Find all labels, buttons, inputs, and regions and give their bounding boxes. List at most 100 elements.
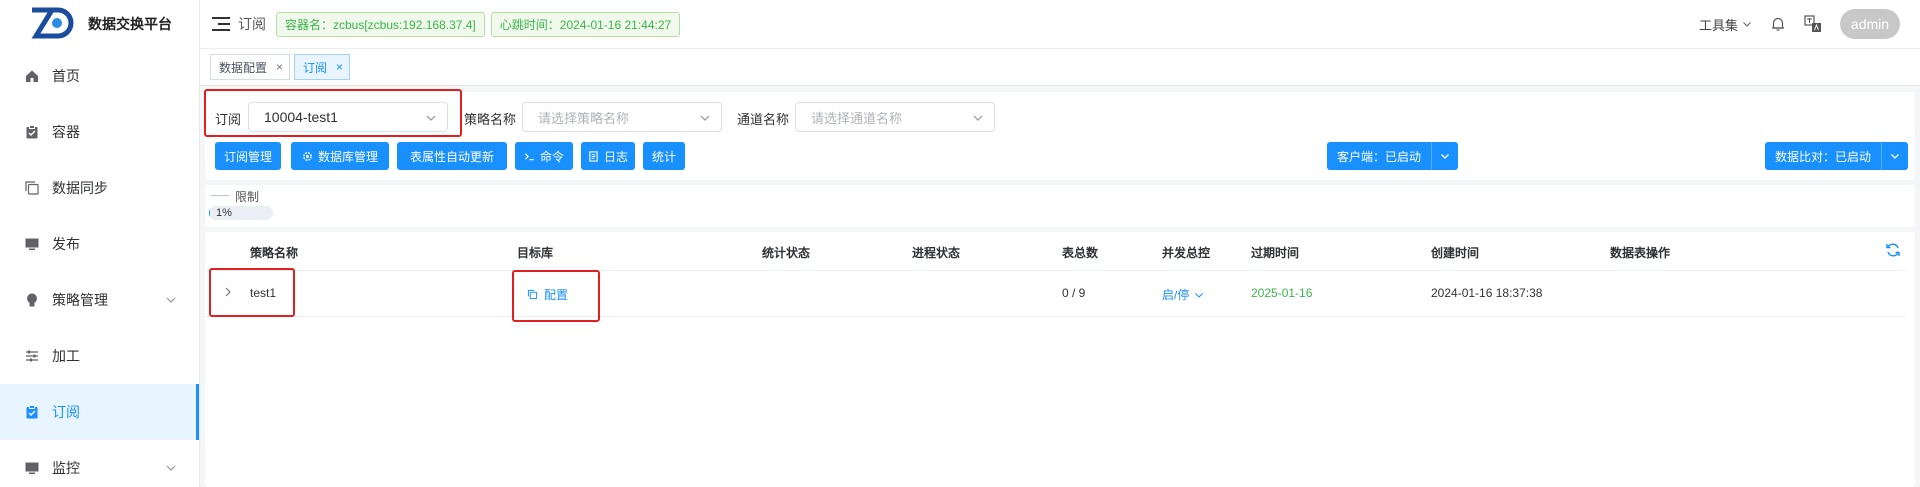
- sidebar-item-label: 策略管理: [52, 292, 108, 308]
- gear-icon: [303, 151, 312, 161]
- column-header: 统计状态: [762, 246, 811, 260]
- client-status-label[interactable]: 客户端：已启动: [1327, 142, 1433, 170]
- data-compare-dropdown[interactable]: 数据比对：已启动: [1765, 142, 1909, 170]
- sidebar-item-container[interactable]: 容器: [0, 104, 199, 160]
- client-status-dropdown[interactable]: 客户端：已启动: [1327, 142, 1459, 170]
- concurrency-dropdown[interactable]: 启/停: [1162, 286, 1204, 303]
- sidebar-item-label: 容器: [52, 124, 80, 140]
- tab-data-config[interactable]: 数据配置 ×: [210, 54, 291, 80]
- chevron-down-icon[interactable]: [1432, 142, 1458, 170]
- document-icon: [589, 150, 598, 162]
- sidebar-item-label: 监控: [52, 460, 80, 476]
- sidebar-item-label: 发布: [52, 236, 80, 252]
- subscribe-select-value: 10004-test1: [264, 109, 338, 125]
- sidebar-item-label: 订阅: [52, 404, 80, 420]
- command-button[interactable]: 命令: [515, 142, 573, 170]
- tags-view: 数据配置 × 订阅 ×: [200, 48, 1920, 86]
- stats-button[interactable]: 统计: [643, 142, 685, 170]
- bell-icon[interactable]: [1770, 16, 1786, 32]
- refresh-icon[interactable]: [1885, 242, 1901, 258]
- chevron-down-icon: [426, 115, 436, 121]
- chevron-down-icon: [1195, 292, 1204, 298]
- bulb-icon: [24, 292, 40, 308]
- db-manage-button[interactable]: 数据库管理: [291, 142, 389, 170]
- button-label: 表属性自动更新: [409, 149, 494, 164]
- subscribe-manage-button[interactable]: 订阅管理: [215, 142, 281, 170]
- column-header: 创建时间: [1431, 246, 1480, 260]
- menu-toggle-icon[interactable]: [212, 17, 230, 31]
- filter-panel: 订阅 10004-test1 策略名称 请选择策略名称 通道名称 请选择通道名称…: [205, 92, 1915, 180]
- column-header: 策略名称: [250, 246, 299, 260]
- monitor-icon: [24, 460, 40, 476]
- column-header: 并发总控: [1162, 246, 1211, 260]
- copy-icon: [24, 180, 40, 196]
- progress-fill: [209, 206, 210, 220]
- chevron-down-icon: [166, 465, 176, 471]
- button-label: 日志: [603, 149, 628, 164]
- tab-subscribe[interactable]: 订阅 ×: [294, 54, 351, 80]
- limit-panel: 限制 1%: [205, 185, 1915, 227]
- user-avatar[interactable]: admin: [1840, 9, 1900, 39]
- table-header-divider: [205, 270, 1905, 271]
- column-header: 表总数: [1062, 246, 1099, 260]
- chevron-down-icon: [166, 297, 176, 303]
- strategy-select[interactable]: 请选择策略名称: [522, 102, 722, 132]
- tools-label: 工具集: [1698, 17, 1738, 33]
- close-icon[interactable]: ×: [336, 60, 343, 74]
- subscribe-select[interactable]: 10004-test1: [248, 102, 448, 132]
- expire-date-cell: 2025-01-16: [1251, 286, 1313, 300]
- subscribe-label: 订阅: [215, 112, 242, 127]
- progress-text: 1%: [216, 207, 232, 219]
- column-header: 目标库: [517, 246, 554, 260]
- chevron-right-icon[interactable]: [222, 286, 234, 298]
- translate-icon[interactable]: [1804, 15, 1822, 33]
- sidebar-item-label: 数据同步: [52, 180, 108, 196]
- chevron-down-icon: [1743, 22, 1751, 27]
- limit-legend: 限制: [235, 190, 260, 204]
- button-label: 统计: [651, 149, 676, 164]
- sidebar-item-home[interactable]: 首页: [0, 48, 199, 104]
- sidebar-item-subscribe[interactable]: 订阅: [0, 384, 199, 440]
- sidebar-item-publish[interactable]: 发布: [0, 216, 199, 272]
- sidebar-item-monitor[interactable]: 监控: [0, 440, 199, 487]
- tools-dropdown[interactable]: 工具集: [1699, 15, 1752, 34]
- chevron-down-icon[interactable]: [1882, 142, 1908, 170]
- column-header: 过期时间: [1251, 246, 1300, 260]
- app-title: 数据交换平台: [88, 16, 172, 32]
- sidebar-item-data-sync[interactable]: 数据同步: [0, 160, 199, 216]
- terminal-icon: [524, 152, 534, 160]
- data-compare-label[interactable]: 数据比对：已启动: [1765, 142, 1883, 170]
- breadcrumb: 订阅: [238, 16, 266, 32]
- copy-icon: [527, 289, 538, 300]
- heartbeat-tag: 心跳时间：2024-01-16 21:44:27: [490, 11, 681, 37]
- sidebar-item-label: 加工: [52, 348, 80, 364]
- sidebar-item-processing[interactable]: 加工: [0, 328, 199, 384]
- column-header: 进程状态: [912, 246, 961, 260]
- channel-select[interactable]: 请选择通道名称: [795, 102, 995, 132]
- table-total-cell: 0 / 9: [1062, 286, 1086, 300]
- table-row-divider: [205, 316, 1905, 317]
- top-header: 订阅 容器名：zcbus[zcbus:192.168.37.4] 心跳时间：20…: [200, 0, 1920, 48]
- logo: 数据交换平台: [0, 0, 199, 48]
- sidebar: 数据交换平台 首页 容器 数据同步 发布 策略管理 加工 订阅 监控: [0, 0, 200, 487]
- created-time-cell: 2024-01-16 18:37:38: [1431, 286, 1543, 300]
- channel-placeholder: 请选择通道名称: [811, 110, 903, 126]
- monitor-icon: [24, 236, 40, 252]
- strategy-placeholder: 请选择策略名称: [538, 110, 630, 126]
- close-icon[interactable]: ×: [276, 60, 283, 74]
- limit-progress-bar: 1%: [209, 206, 273, 220]
- concurrency-label: 启/停: [1162, 288, 1190, 302]
- clipboard-icon: [24, 124, 40, 140]
- auto-update-button[interactable]: 表属性自动更新: [397, 142, 507, 170]
- log-button[interactable]: 日志: [581, 142, 635, 170]
- sliders-icon: [24, 348, 40, 364]
- button-label: 命令: [539, 149, 564, 164]
- sidebar-item-label: 首页: [52, 68, 80, 84]
- sidebar-item-strategy[interactable]: 策略管理: [0, 272, 199, 328]
- target-config-link[interactable]: 配置: [527, 286, 568, 303]
- strategy-table: 策略名称 目标库 统计状态 进程状态 表总数 并发总控 过期时间 创建时间 数据…: [205, 232, 1915, 487]
- clipboard-check-icon: [24, 404, 40, 420]
- button-label: 数据库管理: [317, 149, 378, 164]
- container-tag: 容器名：zcbus[zcbus:192.168.37.4]: [276, 11, 485, 37]
- strategy-label: 策略名称: [464, 112, 517, 127]
